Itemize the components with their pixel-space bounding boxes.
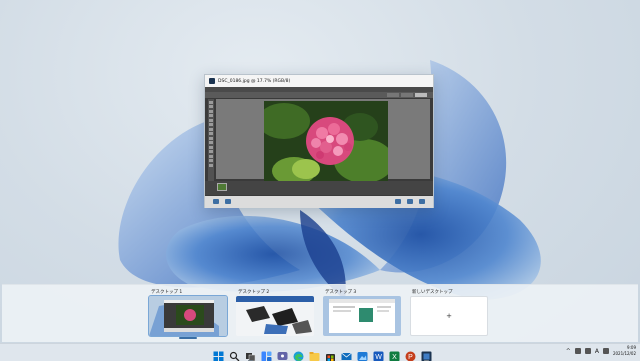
tool-panel[interactable] <box>208 99 214 185</box>
plus-icon: + <box>446 312 452 320</box>
ime-indicator[interactable]: A <box>595 348 599 355</box>
options-bar <box>205 92 433 98</box>
desktop-thumbnail[interactable] <box>236 296 314 336</box>
photo-bin-thumbnail[interactable] <box>217 183 227 191</box>
status-bar <box>205 196 433 208</box>
system-tray: ^ A 9:09 2021/12/02 <box>566 345 636 357</box>
powerpoint-icon[interactable]: P <box>405 347 416 361</box>
photo-bin <box>205 181 433 195</box>
word-icon[interactable]: W <box>373 347 384 361</box>
new-desktop[interactable]: 新しいデスクトップ + <box>410 289 488 337</box>
canvas-area[interactable] <box>216 99 430 185</box>
svg-text:P: P <box>408 354 413 361</box>
status-icon[interactable] <box>419 199 425 204</box>
workspace-tab-3[interactable] <box>415 93 427 97</box>
photoshop-elements-icon[interactable] <box>421 347 432 361</box>
excel-icon[interactable]: X <box>389 347 400 361</box>
volume-icon[interactable] <box>584 348 591 354</box>
desktop-1[interactable]: デスクトップ 1 <box>148 289 228 339</box>
new-desktop-button[interactable]: + <box>410 296 488 336</box>
task-view-desktops-bar <box>2 284 638 342</box>
window-title: DSC_0186.jpg @ 17.7% (RGB/8) <box>218 78 291 84</box>
status-icon[interactable] <box>225 199 231 204</box>
svg-text:X: X <box>392 354 397 361</box>
desktop-2[interactable]: デスクトップ 2 <box>236 289 314 337</box>
network-icon[interactable] <box>574 348 581 354</box>
workspace-tab-1[interactable] <box>387 93 399 97</box>
search-icon[interactable] <box>229 347 240 361</box>
editor-workspace <box>205 87 433 208</box>
desktop-label: デスクトップ 1 <box>151 290 183 295</box>
taskbar-apps: W X P <box>213 347 432 361</box>
keyboard-icon[interactable] <box>602 348 609 354</box>
desktop-label: デスクトップ 2 <box>238 290 270 295</box>
status-icon[interactable] <box>407 199 413 204</box>
desktop-thumbnail[interactable] <box>148 295 228 337</box>
clock[interactable]: 9:09 2021/12/02 <box>613 345 636 357</box>
active-desktop-indicator <box>179 337 197 339</box>
photoshop-elements-icon <box>209 78 215 84</box>
edge-icon[interactable] <box>293 347 304 361</box>
start-icon[interactable] <box>213 347 224 361</box>
file-explorer-icon[interactable] <box>309 347 320 361</box>
chat-icon[interactable] <box>277 347 288 360</box>
desktop-thumbnail[interactable] <box>323 296 401 336</box>
photos-icon[interactable] <box>357 347 368 361</box>
status-icon[interactable] <box>395 199 401 204</box>
workspace-tab-2[interactable] <box>401 93 413 97</box>
svg-text:W: W <box>375 354 382 361</box>
task-view-icon[interactable] <box>245 347 256 361</box>
desktop-3[interactable]: デスクトップ 3 <box>323 289 401 337</box>
hydrangea-photo[interactable] <box>264 101 388 185</box>
clock-date: 2021/12/02 <box>612 351 636 356</box>
taskbar: W X P ^ A 9:09 2021/12/02 <box>0 343 640 361</box>
widgets-icon[interactable] <box>261 347 272 361</box>
app-window-preview[interactable]: DSC_0186.jpg @ 17.7% (RGB/8) <box>204 74 434 208</box>
new-desktop-label: 新しいデスクトップ <box>412 290 453 295</box>
desktop-label: デスクトップ 3 <box>325 290 357 295</box>
status-icon[interactable] <box>213 199 219 204</box>
mail-icon[interactable] <box>341 347 352 360</box>
store-icon[interactable] <box>325 347 336 361</box>
window-titlebar[interactable]: DSC_0186.jpg @ 17.7% (RGB/8) <box>205 75 433 87</box>
show-hidden-icons-chevron[interactable]: ^ <box>566 348 571 355</box>
